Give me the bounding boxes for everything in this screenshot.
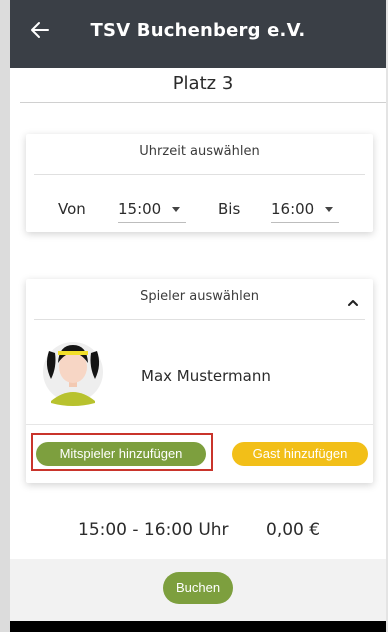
- court-name: Platz 3: [20, 70, 386, 103]
- to-label: Bis: [218, 200, 241, 218]
- summary-price: 0,00 €: [266, 520, 321, 540]
- card-divider: [34, 319, 365, 320]
- time-card-heading: Uhrzeit auswählen: [139, 144, 260, 159]
- card-divider: [26, 424, 373, 425]
- avatar: [43, 337, 103, 407]
- chevron-up-icon: [348, 300, 358, 306]
- footer-bar: Buchen: [10, 559, 386, 621]
- to-time-value: 16:00: [271, 200, 315, 218]
- app-title: TSV Buchenberg e.V.: [90, 20, 306, 41]
- card-divider: [34, 174, 365, 175]
- player-avatar-icon: [43, 342, 103, 406]
- add-guest-button[interactable]: Gast hinzufügen: [232, 442, 368, 466]
- system-nav-bar: [10, 621, 386, 632]
- dropdown-caret-icon: [325, 207, 333, 212]
- book-button[interactable]: Buchen: [163, 572, 233, 604]
- dropdown-caret-icon: [172, 207, 180, 212]
- top-app-bar: TSV Buchenberg e.V.: [10, 0, 386, 68]
- player-selection-card: Spieler auswählen Max Mustermann Mitspie…: [26, 279, 373, 483]
- summary-time-range: 15:00 - 16:00 Uhr: [78, 520, 229, 540]
- from-label: Von: [58, 200, 86, 218]
- from-time-value: 15:00: [118, 200, 162, 218]
- to-time-select[interactable]: 16:00: [271, 196, 339, 223]
- player-name: Max Mustermann: [141, 367, 271, 385]
- from-time-select[interactable]: 15:00: [118, 196, 186, 223]
- add-teammate-button[interactable]: Mitspieler hinzufügen: [36, 442, 206, 466]
- time-selection-card: Uhrzeit auswählen Von 15:00 Bis 16:00: [26, 134, 373, 232]
- collapse-button[interactable]: [347, 293, 359, 306]
- player-card-heading: Spieler auswählen: [140, 289, 259, 304]
